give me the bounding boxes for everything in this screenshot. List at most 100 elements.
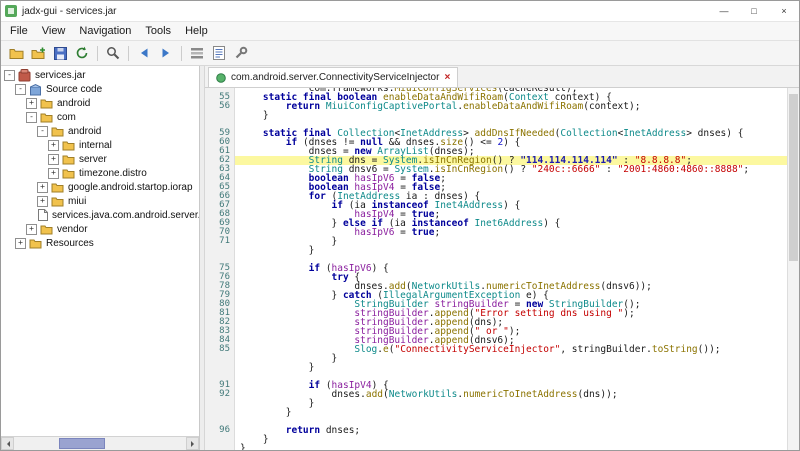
code-line: } — [205, 246, 787, 255]
minimize-button[interactable]: — — [709, 1, 739, 21]
package-icon — [62, 168, 75, 179]
tree-item-google-android-startop-iorap[interactable]: +google.android.startop.iorap — [1, 180, 199, 194]
tree-item-android[interactable]: - android — [1, 124, 199, 138]
search-icon[interactable] — [103, 43, 123, 63]
add-files-icon[interactable] — [28, 43, 48, 63]
tree-expander-icon[interactable]: + — [26, 224, 37, 235]
tree-item-android[interactable]: + android — [1, 96, 199, 110]
scrollbar-thumb[interactable] — [59, 438, 105, 449]
tree-item-timezone-distro[interactable]: +timezone.distro — [1, 166, 199, 180]
tree-item-label: server — [79, 154, 107, 165]
settings-icon[interactable] — [231, 43, 251, 63]
close-button[interactable]: × — [769, 1, 799, 21]
tree-expander-icon[interactable]: - — [26, 112, 37, 123]
menu-file[interactable]: File — [3, 25, 35, 37]
tree-item-com[interactable]: - com — [1, 110, 199, 124]
code-line: } — [205, 399, 787, 408]
jar-icon — [18, 69, 31, 82]
line-number — [205, 111, 235, 120]
tree-item-internal[interactable]: + internal — [1, 138, 199, 152]
code-line: 96 return dnses; — [205, 426, 787, 435]
open-file-icon[interactable] — [6, 43, 26, 63]
editor-panel: com.android.server.ConnectivityServiceIn… — [205, 66, 799, 450]
code-line-text: dnses.add(NetworkUtils.numericToInetAddr… — [235, 390, 787, 399]
folder-icon — [29, 238, 42, 249]
tree-item-services-java-com-android-server[interactable]: services.java.com.android.server... — [1, 208, 199, 222]
tree-expander-icon[interactable]: + — [48, 168, 59, 179]
file-icon — [38, 209, 48, 221]
tree-expander-icon[interactable]: + — [26, 98, 37, 109]
code-line: } — [205, 435, 787, 444]
scrollbar-thumb[interactable] — [789, 94, 798, 261]
tree-expander-icon[interactable]: + — [48, 140, 59, 151]
forward-icon[interactable] — [156, 43, 176, 63]
tree-expander-icon[interactable]: - — [15, 84, 26, 95]
tree-expander-icon[interactable]: + — [48, 154, 59, 165]
editor-vertical-scrollbar[interactable] — [787, 88, 799, 450]
package-icon — [51, 182, 64, 193]
tree-expander-icon[interactable]: + — [15, 238, 26, 249]
tree-item-label: android — [68, 126, 101, 137]
tree-item-miui[interactable]: + miui — [1, 194, 199, 208]
class-icon — [216, 73, 226, 83]
line-number: 71 — [205, 237, 235, 246]
main-area: -services.jar-Source code+android-com-an… — [1, 66, 799, 450]
tree-horizontal-scrollbar[interactable] — [1, 436, 199, 450]
tab-close-icon[interactable]: × — [444, 73, 450, 83]
line-number — [205, 408, 235, 417]
tree-item-server[interactable]: + server — [1, 152, 199, 166]
tree-expander-icon[interactable]: - — [37, 126, 48, 137]
menu-tools[interactable]: Tools — [138, 25, 178, 37]
code-editor[interactable]: com.frameworks.MiuiConfigServices(cacheR… — [205, 88, 787, 450]
scroll-left-arrow-icon[interactable] — [1, 437, 14, 450]
tree-item-source-code[interactable]: - Source code — [1, 82, 199, 96]
code-line-text: } — [235, 354, 787, 363]
menu-view[interactable]: View — [35, 25, 73, 37]
tree-item-services-jar[interactable]: - services.jar — [1, 68, 199, 82]
scroll-right-arrow-icon[interactable] — [186, 437, 199, 450]
tabbar: com.android.server.ConnectivityServiceIn… — [205, 66, 799, 88]
menu-navigation[interactable]: Navigation — [72, 25, 138, 37]
maximize-button[interactable]: □ — [739, 1, 769, 21]
code-line-text: } — [235, 435, 787, 444]
tree-item-label: internal — [79, 140, 112, 151]
package-icon — [62, 140, 75, 151]
tree-expander-icon[interactable]: + — [37, 182, 48, 193]
code-line: } — [205, 111, 787, 120]
package-icon — [51, 126, 64, 137]
code-line-text: return dnses; — [235, 426, 787, 435]
line-number: 96 — [205, 426, 235, 435]
package-icon — [40, 224, 53, 235]
save-all-icon[interactable] — [50, 43, 70, 63]
jadx-gui-window: jadx-gui - services.jar — □ × FileViewNa… — [0, 0, 800, 451]
line-number — [205, 435, 235, 444]
tree-expander-icon[interactable]: + — [37, 196, 48, 207]
tree-item-vendor[interactable]: +vendor — [1, 222, 199, 236]
line-number — [205, 399, 235, 408]
tree-item-label: Source code — [46, 84, 102, 95]
code-line-text: } — [235, 399, 787, 408]
tree-item-resources[interactable]: +Resources — [1, 236, 199, 250]
package-icon — [62, 154, 75, 165]
reload-icon[interactable] — [72, 43, 92, 63]
window-controls: — □ × — [709, 1, 799, 21]
tree-expander-icon[interactable]: - — [4, 70, 15, 81]
flat-packages-icon[interactable] — [187, 43, 207, 63]
tree-item-label: com — [57, 112, 76, 123]
jadx-logo-icon — [5, 5, 17, 17]
tab-connectivity-service-injector[interactable]: com.android.server.ConnectivityServiceIn… — [208, 67, 458, 87]
tree-item-label: android — [57, 98, 90, 109]
tree-item-label: miui — [68, 196, 86, 207]
expander-spacer — [26, 211, 35, 220]
menu-help[interactable]: Help — [178, 25, 215, 37]
line-number: 85 — [205, 345, 235, 354]
sidebar: -services.jar-Source code+android-com-an… — [1, 66, 200, 450]
code-line: } — [205, 363, 787, 372]
log-icon[interactable] — [209, 43, 229, 63]
code-line-text: } — [235, 363, 787, 372]
titlebar: jadx-gui - services.jar — □ × — [1, 1, 799, 22]
tree-item-label: services.jar — [35, 70, 86, 81]
package-icon — [40, 98, 53, 109]
back-icon[interactable] — [134, 43, 154, 63]
line-number: 92 — [205, 390, 235, 399]
